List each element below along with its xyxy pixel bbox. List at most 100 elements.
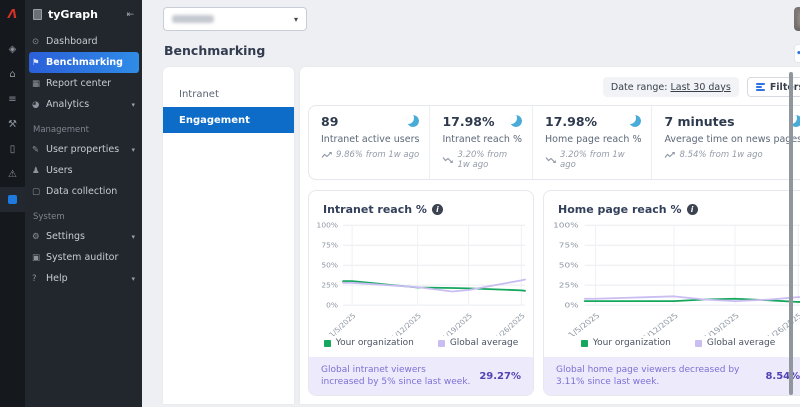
svg-text:1/26/2025: 1/26/2025 xyxy=(765,312,800,336)
sidebar-item-label: Help xyxy=(46,273,131,284)
svg-text:1/5/2025: 1/5/2025 xyxy=(566,312,602,336)
date-range-label: Date range: xyxy=(611,82,668,93)
sidebar-item-data-collection[interactable]: ▢ Data collection xyxy=(25,181,142,202)
kpi-average-time: 7 minutes Average time on news pages 8.5… xyxy=(651,106,800,179)
svg-text:1/19/2025: 1/19/2025 xyxy=(702,312,742,336)
mobile-icon[interactable]: ▯ xyxy=(0,137,25,162)
chevron-down-icon: ▾ xyxy=(131,275,135,283)
kpi-trend-text: 3.20% from 1w ago xyxy=(457,150,522,170)
chart-title: Home page reach % xyxy=(558,203,682,216)
vertical-scrollbar[interactable] xyxy=(789,72,793,395)
legend-label: Your organization xyxy=(593,338,671,348)
insight-value: 29.27% xyxy=(479,371,521,382)
info-icon[interactable]: i xyxy=(432,204,443,215)
analytics-icon: ◕ xyxy=(32,100,46,110)
info-icon[interactable]: i xyxy=(687,204,698,215)
company-logo-icon: Λ xyxy=(8,7,17,21)
workspace-select[interactable]: ▾ xyxy=(163,7,307,31)
bank-icon[interactable]: ⌂ xyxy=(0,62,25,87)
sidebar-item-label: Data collection xyxy=(46,186,135,197)
insight-banner: Global intranet viewers increased by 5% … xyxy=(309,357,533,395)
help-icon: ? xyxy=(32,274,46,284)
sidebar-item-label: Settings xyxy=(46,231,131,242)
tab-engagement[interactable]: Engagement xyxy=(163,107,294,133)
date-range-chip[interactable]: Date range: Last 30 days xyxy=(603,77,739,97)
sidebar-item-label: Report center xyxy=(46,78,135,89)
svg-text:0%: 0% xyxy=(326,301,338,310)
legend-label: Your organization xyxy=(336,338,414,348)
chart-legend: Your organization Global average xyxy=(309,336,533,357)
moon-icon xyxy=(510,115,522,127)
date-range-link[interactable]: Last 30 days xyxy=(670,82,730,93)
sidebar-item-analytics[interactable]: ◕ Analytics ▾ xyxy=(25,94,142,115)
sidebar-item-report-center[interactable]: ▦ Report center xyxy=(25,73,142,94)
sidebar-item-label: User properties xyxy=(46,144,131,155)
trend-up-icon xyxy=(321,151,333,159)
chart-card-home-page-reach: Home page reach % i 100%75%50%25%0%1/5/2… xyxy=(543,190,800,396)
filter-icon xyxy=(756,83,765,91)
toolbar: Date range: Last 30 days Filters xyxy=(308,77,800,97)
legend-swatch-global xyxy=(695,340,702,347)
collapse-sidebar-icon[interactable]: ⇤ xyxy=(126,10,134,20)
kpi-value: 89 xyxy=(321,114,419,129)
subnav-panel: Intranet Engagement xyxy=(163,67,294,404)
user-icon: ♟ xyxy=(32,166,46,176)
shield-icon[interactable]: ◈ xyxy=(0,37,25,62)
sidebar-item-settings[interactable]: ⚙ Settings ▾ xyxy=(25,226,142,247)
auditor-icon: ▣ xyxy=(32,253,46,263)
insight-text: Global intranet viewers increased by 5% … xyxy=(321,364,471,388)
user-avatar[interactable] xyxy=(794,7,800,31)
kpi-label: Average time on news pages xyxy=(664,134,800,145)
chevron-down-icon: ▾ xyxy=(131,146,135,154)
charts-row: Intranet reach % i 100%75%50%25%0%1/5/20… xyxy=(308,190,800,396)
sidebar-item-label: System auditor xyxy=(46,252,135,263)
line-chart-home-page-reach: 100%75%50%25%0%1/5/20251/12/20251/19/202… xyxy=(544,218,800,336)
app-window: Λ ◈ ⌂ ≡ ⚒ ▯ ⚠ tyGraph ⇤ ⊙ Dashboard ⚑ Be… xyxy=(0,0,800,407)
tools-icon[interactable]: ⚒ xyxy=(0,112,25,137)
section-header-management: Management xyxy=(25,115,142,139)
sidebar-item-help[interactable]: ? Help ▾ xyxy=(25,268,142,289)
svg-text:50%: 50% xyxy=(559,262,579,270)
svg-text:25%: 25% xyxy=(321,281,338,290)
sidebar-item-users[interactable]: ♟ Users xyxy=(25,160,142,181)
svg-text:75%: 75% xyxy=(321,241,338,250)
sidebar-item-label: Users xyxy=(46,165,135,176)
trend-up-icon xyxy=(664,151,676,159)
kpi-intranet-reach: 17.98% Intranet reach % 3.20% from 1w ag… xyxy=(429,106,532,179)
legend-swatch-org xyxy=(581,340,588,347)
sidebar-item-dashboard[interactable]: ⊙ Dashboard xyxy=(25,31,142,52)
svg-text:1/26/2025: 1/26/2025 xyxy=(493,311,527,336)
kpi-trend-text: 8.54% from 1w ago xyxy=(679,150,762,160)
sidebar: tyGraph ⇤ ⊙ Dashboard ⚑ Benchmarking ▦ R… xyxy=(25,0,142,407)
more-options-button[interactable]: ••• xyxy=(794,44,800,63)
kpi-row: 89 Intranet active users 9.86% from 1w a… xyxy=(308,105,800,180)
legend-label: Global average xyxy=(707,338,775,348)
svg-text:0%: 0% xyxy=(564,302,579,310)
insight-text: Global home page viewers decreased by 3.… xyxy=(556,364,757,388)
benchmarking-icon: ⚑ xyxy=(32,58,46,68)
svg-text:75%: 75% xyxy=(559,242,579,250)
report-center-icon: ▦ xyxy=(32,79,46,89)
svg-text:1/5/2025: 1/5/2025 xyxy=(327,311,357,336)
data-collection-icon: ▢ xyxy=(32,187,46,197)
database-icon[interactable]: ≡ xyxy=(0,87,25,112)
kpi-label: Intranet reach % xyxy=(442,134,522,145)
sidebar-item-user-properties[interactable]: ✎ User properties ▾ xyxy=(25,139,142,160)
alert-icon[interactable]: ⚠ xyxy=(0,162,25,187)
insight-banner: Global home page viewers decreased by 3.… xyxy=(544,357,800,395)
legend-swatch-org xyxy=(324,340,331,347)
insight-value: 8.54% xyxy=(765,371,800,382)
sidebar-item-benchmarking[interactable]: ⚑ Benchmarking xyxy=(29,52,139,73)
kpi-trend-text: 3.20% from 1w ago xyxy=(560,150,641,170)
sidebar-item-system-auditor[interactable]: ▣ System auditor xyxy=(25,247,142,268)
tab-intranet[interactable]: Intranet xyxy=(163,81,294,107)
chart-card-intranet-reach: Intranet reach % i 100%75%50%25%0%1/5/20… xyxy=(308,190,534,396)
kpi-value: 7 minutes xyxy=(664,114,800,129)
tygraph-app-icon[interactable] xyxy=(0,187,25,212)
caret-down-icon: ▾ xyxy=(294,15,298,24)
svg-text:100%: 100% xyxy=(553,222,579,230)
dashboard-panel: Date range: Last 30 days Filters 89 Intr… xyxy=(300,67,800,404)
svg-text:100%: 100% xyxy=(317,221,339,230)
user-edit-icon: ✎ xyxy=(32,145,46,155)
sidebar-item-label: Benchmarking xyxy=(46,57,135,68)
